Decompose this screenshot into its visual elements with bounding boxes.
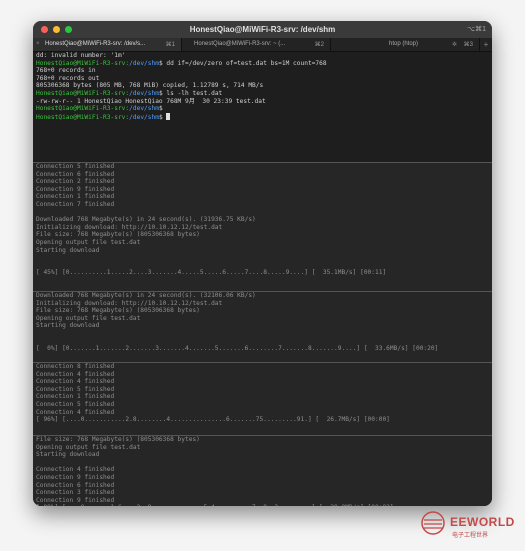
terminal-line: Connection 3 finished [36, 489, 115, 497]
eeworld-logo-icon [421, 511, 445, 535]
terminal-line: Connection 8 finished [36, 363, 115, 370]
progress-line: [ 45%] [0..........1.....2....3.......4.… [36, 269, 387, 277]
tab-bar: × HonestQiao@MiWiFi-R3-srv: /dev/s... ⌘1… [33, 38, 492, 52]
terminal-pane-3[interactable]: Connection 8 finished Connection 4 finish… [33, 363, 492, 435]
progress-line: [ 0%] [0.......1.......2.......3.......4… [36, 345, 439, 353]
terminal-line: Starting download [36, 322, 100, 330]
shell-command: $ dd if=/dev/zero of=test.dat bs=1M coun… [158, 59, 327, 67]
tab-label: HonestQiao@MiWiFi-R3-srv: /dev/s... [45, 41, 146, 47]
new-tab-button[interactable]: + [480, 38, 492, 51]
terminal-line: 768+0 records out [36, 74, 100, 82]
terminal-line: Opening output file test.dat [36, 238, 141, 246]
tab-shortcut: ⌘3 [463, 42, 473, 48]
terminal-pane-2[interactable]: Downloaded 768 Megabyte(s) in 24 second(… [33, 292, 492, 362]
terminal-window: HonestQiao@MiWiFi-R3-srv: /dev/shm ⌥⌘1 ×… [33, 21, 492, 506]
terminal-line: dd: invalid number: '1m' [36, 52, 126, 59]
terminal-line: Initializing download: http://10.10.12.1… [36, 299, 223, 307]
terminal-line: Connection 1 finished [36, 393, 115, 401]
terminal-line: Opening output file test.dat [36, 314, 141, 322]
terminal-pane-4[interactable]: File size: 768 Megabyte(s) (805306368 by… [33, 436, 492, 506]
shell-path: /dev/shm [129, 89, 159, 97]
shell-path: /dev/shm [129, 113, 159, 121]
terminal-line: Connection 9 finished [36, 185, 115, 193]
shell-prompt: HonestQiao@MiWiFi-R3-srv: [36, 59, 130, 67]
watermark: EEWORLD 电子工程世界 [420, 510, 520, 546]
shell-prompt: HonestQiao@MiWiFi-R3-srv: [36, 105, 130, 113]
terminal-line: File size: 768 Megabyte(s) (805306368 by… [36, 307, 200, 315]
terminal-pane-top[interactable]: dd: invalid number: '1m' HonestQiao@MiWiF… [33, 52, 492, 162]
terminal-line: HonestQiao@MiWiFi-R3-srv:/dev/shm$ [36, 105, 492, 113]
shell-command: $ [158, 113, 167, 121]
progress-line: [ 89%] [....0.......1.6....2..9.........… [36, 504, 492, 506]
terminal-line: Connection 5 finished [36, 400, 115, 408]
tab-3[interactable]: htop (htop) ✲ ⌘3 [331, 38, 480, 51]
terminal-line: Connection 6 finished [36, 170, 115, 178]
terminal-line: HonestQiao@MiWiFi-R3-srv:/dev/shm$ ls -l… [36, 90, 492, 98]
terminal-line: Connection 4 finished [36, 370, 115, 378]
terminal-line: File size: 768 Megabyte(s) (805306368 by… [36, 436, 200, 443]
progress-line: [ 96%] [....0...........2.8........4....… [36, 416, 390, 424]
tab-label: HonestQiao@MiWiFi-R3-srv: ~ (... [194, 41, 286, 47]
text-cursor [166, 112, 171, 120]
terminal-line: Connection 4 finished [36, 408, 115, 416]
terminal-line: Connection 4 finished [36, 466, 115, 474]
terminal-line: Connection 1 finished [36, 193, 115, 201]
terminal-line: Connection 9 finished [36, 473, 115, 481]
terminal-line: HonestQiao@MiWiFi-R3-srv:/dev/shm$ [36, 112, 492, 121]
shell-path: /dev/shm [129, 59, 159, 67]
tab-shortcut: ⌘1 [165, 42, 175, 48]
close-tab-icon[interactable]: × [36, 41, 40, 47]
activity-spinner-icon: ✲ [451, 42, 457, 48]
terminal-line: Connection 2 finished [36, 178, 115, 186]
terminal-line: File size: 768 Megabyte(s) (805306368 by… [36, 231, 200, 239]
terminal-line: Connection 5 finished [36, 163, 115, 170]
watermark-subtitle: 电子工程世界 [452, 533, 489, 539]
terminal-line: Starting download [36, 451, 100, 459]
terminal-line: Downloaded 768 Megabyte(s) in 24 second(… [36, 216, 256, 224]
terminal-line: Starting download [36, 246, 100, 254]
terminal-line: 805306368 bytes (805 MB, 768 MiB) copied… [36, 82, 264, 90]
shell-path: /dev/shm [129, 105, 159, 113]
shell-command: $ [158, 105, 163, 113]
terminal-line: Downloaded 768 Megabyte(s) in 24 second(… [36, 292, 256, 299]
title-bar[interactable]: HonestQiao@MiWiFi-R3-srv: /dev/shm ⌥⌘1 [33, 21, 492, 38]
terminal-line: Opening output file test.dat [36, 443, 141, 451]
shell-prompt: HonestQiao@MiWiFi-R3-srv: [36, 113, 130, 121]
tab-shortcut: ⌘2 [314, 42, 324, 48]
terminal-line: Connection 9 finished [36, 496, 115, 504]
window-shortcut: ⌥⌘1 [467, 26, 486, 33]
terminal-line: Connection 4 finished [36, 378, 115, 386]
tab-1[interactable]: × HonestQiao@MiWiFi-R3-srv: /dev/s... ⌘1 [33, 38, 182, 51]
tab-2[interactable]: HonestQiao@MiWiFi-R3-srv: ~ (... ⌘2 [182, 38, 331, 51]
window-title: HonestQiao@MiWiFi-R3-srv: /dev/shm [189, 25, 336, 34]
terminal-line: -rw-rw-r-- 1 HonestQiao HonestQiao 768M … [36, 97, 266, 105]
shell-command: $ ls -lh test.dat [158, 89, 223, 97]
terminal-line: Initializing download: http://10.10.12.1… [36, 223, 223, 231]
terminal-pane-1[interactable]: Connection 5 finished Connection 6 finish… [33, 163, 492, 291]
tab-label: htop (htop) [389, 41, 419, 47]
terminal-line: Connection 5 finished [36, 385, 115, 393]
shell-prompt: HonestQiao@MiWiFi-R3-srv: [36, 89, 130, 97]
terminal-line: 768+0 records in [36, 67, 96, 75]
terminal-line: Connection 7 finished [36, 200, 115, 208]
terminal-line: HonestQiao@MiWiFi-R3-srv:/dev/shm$ dd if… [36, 60, 492, 68]
watermark-brand: EEWORLD [450, 515, 515, 529]
terminal-line: Connection 6 finished [36, 481, 115, 489]
